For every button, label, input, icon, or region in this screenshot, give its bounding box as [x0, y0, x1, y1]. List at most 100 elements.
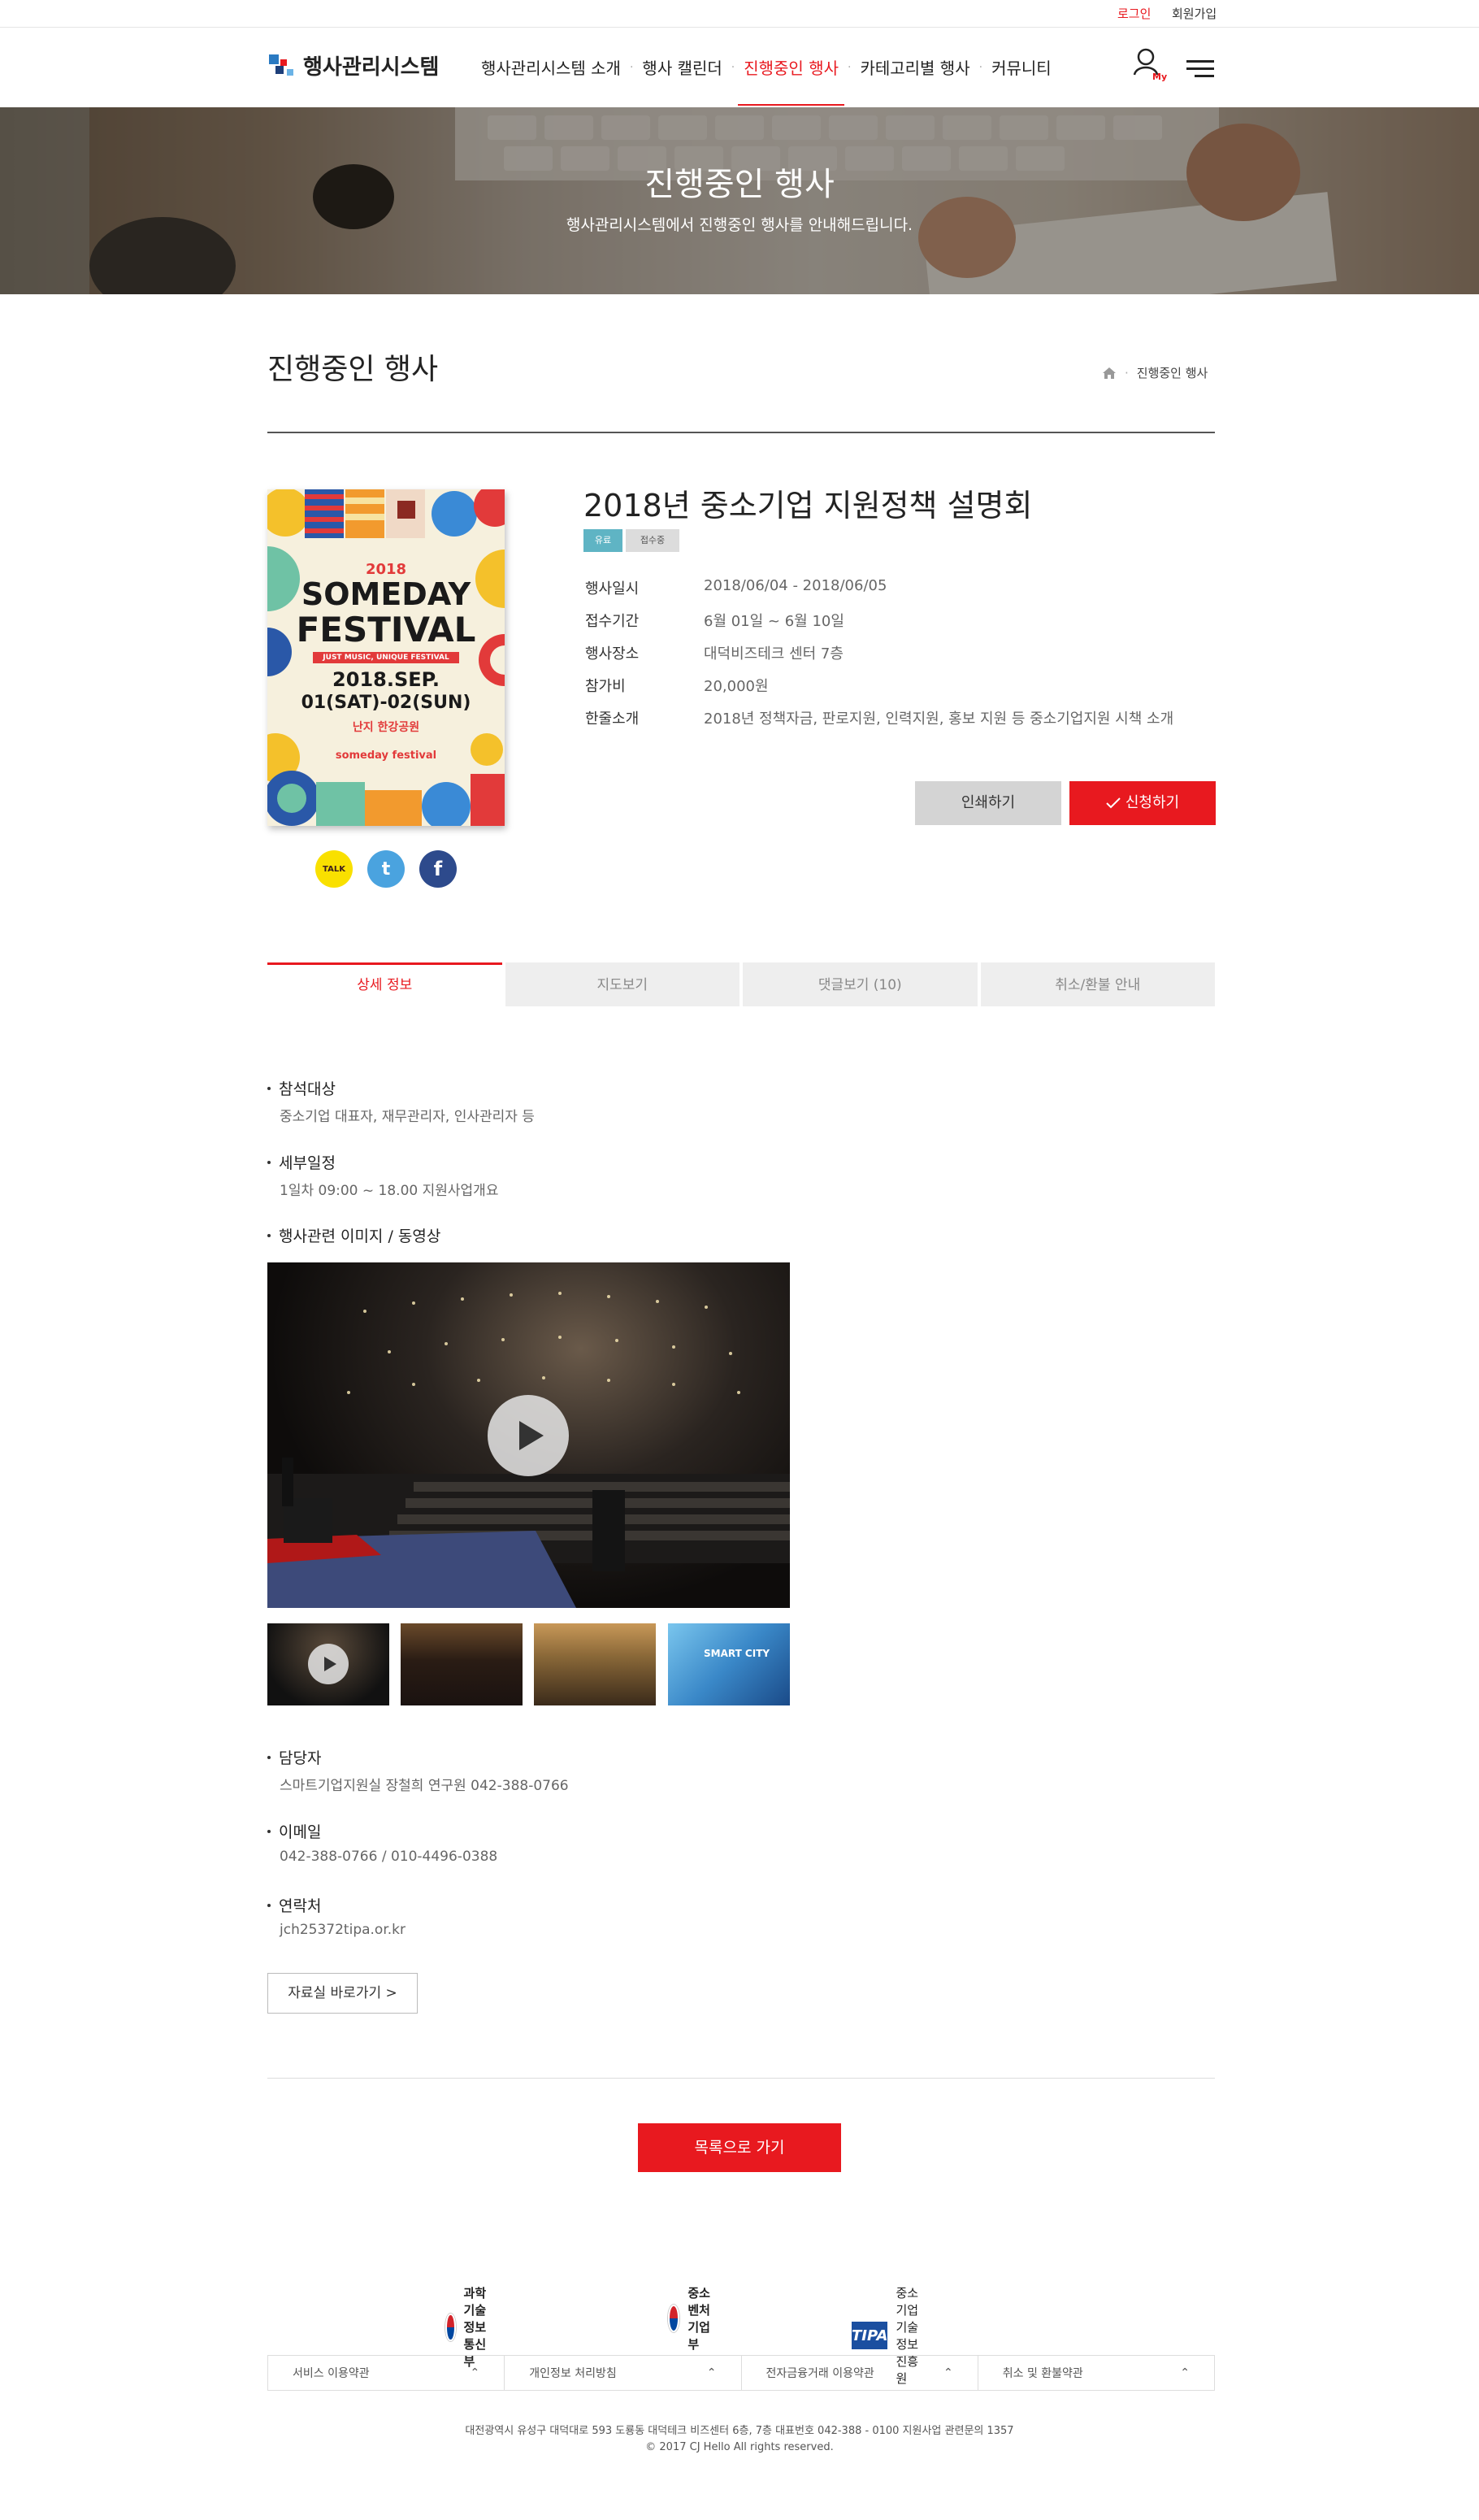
section-email-title: 이메일 [267, 1820, 321, 1842]
bullet-icon [267, 1829, 271, 1833]
play-icon [323, 1657, 336, 1671]
main-video-player[interactable] [267, 1262, 790, 1608]
section-target-title: 참석대상 [267, 1077, 336, 1099]
apply-button[interactable]: 신청하기 [1069, 781, 1216, 825]
event-info-list: 행사일시 2018/06/04 - 2018/06/05 접수기간 6월 01일 ~… [585, 577, 1173, 740]
org-logo-mss[interactable]: 중소벤처기업부 [668, 2284, 715, 2353]
check-icon [1106, 797, 1121, 809]
event-poster: 2018 SOMEDAY FESTIVAL JUST MUSIC, UNIQUE… [267, 489, 505, 826]
section-schedule-title: 세부일정 [267, 1151, 336, 1173]
info-row-period: 접수기간 6월 01일 ~ 6월 10일 [585, 610, 1173, 642]
poster-date-line1: 2018.SEP. [332, 668, 440, 691]
info-row-fee: 참가비 20,000원 [585, 675, 1173, 707]
login-link[interactable]: 로그인 [1117, 5, 1151, 22]
info-value: 6월 01일 ~ 6월 10일 [704, 613, 844, 630]
bullet-icon [267, 1233, 271, 1237]
section-heading: 연락처 [279, 1897, 322, 1915]
nav-separator: · [629, 60, 634, 74]
nav-item-calendar[interactable]: 행사 캘린더 [636, 55, 727, 79]
media-thumbnail[interactable]: SMART CITY [668, 1623, 790, 1705]
nav-item-intro[interactable]: 행사관리시스템 소개 [475, 55, 627, 79]
info-value: 2018년 정책자금, 판로지원, 인력지원, 홍보 지원 등 중소기업지원 시… [704, 710, 1174, 728]
section-contact-text: jch25372tipa.or.kr [280, 1922, 406, 1938]
footer-address: 대전광역시 유성구 대덕대로 593 도룡동 대덕테크 비즈센터 6층, 7층 … [465, 2425, 1014, 2437]
print-button[interactable]: 인쇄하기 [915, 781, 1061, 825]
info-label: 행사일시 [585, 580, 640, 597]
tab-refund[interactable]: 취소/환불 안내 [980, 962, 1215, 1006]
section-heading: 세부일정 [279, 1154, 336, 1172]
footer-menu-refund[interactable]: 취소 및 환불약관 ⌃ [977, 2355, 1215, 2391]
badge-paid: 유료 [583, 529, 622, 552]
poster-date-line2: 01(SAT)-02(SUN) [301, 693, 471, 713]
info-value: 20,000원 [704, 678, 769, 695]
facebook-share-icon[interactable]: f [419, 850, 457, 888]
my-page-button[interactable]: My [1133, 47, 1167, 85]
tipa-logo-icon: TIPA [852, 2322, 888, 2349]
hero-title: 진행중인 행사 [644, 166, 835, 203]
poster-title-line2: FESTIVAL [296, 610, 476, 650]
home-icon[interactable] [1102, 367, 1117, 380]
nav-item-ongoing[interactable]: 진행중인 행사 [738, 55, 844, 106]
section-manager-text: 스마트기업지원실 장철희 연구원 042-388-0766 [280, 1778, 569, 1794]
menu-button[interactable] [1186, 59, 1214, 80]
section-manager-title: 담당자 [267, 1746, 321, 1768]
bullet-icon [267, 1755, 271, 1759]
footer-menu-label: 서비스 이용약관 [293, 2367, 370, 2380]
media-thumbnail-video[interactable] [267, 1623, 389, 1705]
apply-button-label: 신청하기 [1125, 794, 1180, 811]
footer-copyright: © 2017 CJ Hello All rights reserved. [645, 2441, 834, 2453]
title-divider [267, 432, 1215, 433]
detail-tabs: 상세 정보 지도보기 댓글보기 (10) 취소/환불 안내 [267, 962, 1215, 1006]
logo-icon [267, 51, 297, 80]
play-button[interactable] [308, 1644, 349, 1684]
play-button[interactable] [488, 1395, 569, 1476]
section-heading: 참석대상 [279, 1080, 336, 1098]
hero-banner: 진행중인 행사 행사관리시스템에서 진행중인 행사를 안내해드립니다. [0, 107, 1479, 294]
footer-menu: 서비스 이용약관 ⌃ 개인정보 처리방침 ⌃ 전자금융거래 이용약관 ⌃ 취소 및 환… [267, 2355, 1215, 2391]
footer-menu-label: 개인정보 처리방침 [529, 2367, 617, 2380]
breadcrumb: · 진행중인 행사 [1102, 364, 1208, 381]
org-name: 중소벤처기업부 [687, 2286, 710, 2352]
breadcrumb-current[interactable]: 진행중인 행사 [1137, 364, 1208, 381]
bullet-icon [267, 1086, 271, 1090]
twitter-share-icon[interactable]: t [367, 850, 405, 888]
poster-place: 난지 한강공원 [352, 721, 420, 734]
taegeuk-emblem-icon [445, 2313, 456, 2341]
section-media-title: 행사관련 이미지 / 동영상 [267, 1224, 440, 1246]
back-to-list-button[interactable]: 목록으로 가기 [638, 2123, 841, 2172]
chevron-up-icon: ⌃ [1180, 2366, 1190, 2379]
nav-separator: · [978, 60, 983, 74]
info-row-summary: 한줄소개 2018년 정책자금, 판로지원, 인력지원, 홍보 지원 등 중소기업… [585, 707, 1173, 740]
taegeuk-emblem-icon [668, 2305, 680, 2332]
tab-detail-info[interactable]: 상세 정보 [267, 962, 502, 1006]
chevron-up-icon: ⌃ [470, 2366, 480, 2379]
logo-text: 행사관리시스템 [303, 55, 440, 80]
media-thumbnail[interactable] [534, 1623, 656, 1705]
archive-link-button[interactable]: 자료실 바로가기 > [267, 1973, 418, 2014]
page-title: 진행중인 행사 [267, 353, 439, 386]
kakaotalk-share-icon[interactable]: TALK [315, 850, 353, 888]
top-utility-bar: 로그인 회원가입 [0, 0, 1479, 28]
tab-comments[interactable]: 댓글보기 (10) [743, 962, 978, 1006]
footer-menu-label: 전자금융거래 이용약관 [766, 2367, 874, 2380]
footer-menu-efinance[interactable]: 전자금융거래 이용약관 ⌃ [740, 2355, 978, 2391]
footer-menu-terms[interactable]: 서비스 이용약관 ⌃ [267, 2355, 505, 2391]
footer-menu-privacy[interactable]: 개인정보 처리방침 ⌃ [504, 2355, 741, 2391]
section-schedule-text: 1일차 09:00 ~ 18.00 지원사업개요 [280, 1183, 499, 1199]
site-logo[interactable]: 행사관리시스템 [267, 50, 439, 80]
nav-item-category[interactable]: 카테고리별 행사 [854, 55, 975, 79]
thumbnail-caption: SMART CITY [704, 1648, 770, 1659]
tab-map[interactable]: 지도보기 [505, 962, 740, 1006]
nav-item-community[interactable]: 커뮤니티 [986, 55, 1057, 79]
poster-tagline: JUST MUSIC, UNIQUE FESTIVAL [313, 652, 459, 663]
hero-subtitle: 행사관리시스템에서 진행중인 행사를 안내해드립니다. [566, 216, 913, 234]
nav-separator: · [731, 60, 735, 74]
section-heading: 이메일 [279, 1823, 322, 1841]
main-nav: 행사관리시스템 소개 · 행사 캘린더 · 진행중인 행사 · 카테고리별 행사… [475, 55, 1057, 106]
signup-link[interactable]: 회원가입 [1172, 5, 1217, 22]
event-title: 2018년 중소기업 지원정책 설명회 [583, 488, 1033, 524]
section-email-text: 042-388-0766 / 010-4496-0388 [280, 1849, 498, 1865]
badge-status: 접수중 [626, 529, 679, 552]
media-thumbnail[interactable] [401, 1623, 523, 1705]
poster-brand: someday festival [335, 749, 437, 762]
